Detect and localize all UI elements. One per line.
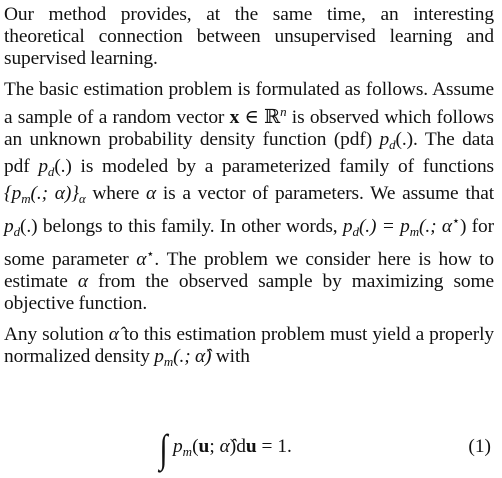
equation-body: ∫ pm(u; α̂)du = 1.	[158, 426, 292, 471]
math-subscript-m: m	[21, 191, 31, 206]
math-alpha: α	[77, 271, 88, 292]
paper-page: Our method provides, at the same time, a…	[0, 0, 502, 478]
math-close-d: )d	[229, 436, 246, 457]
equation-1: ∫ pm(u; α̂)du = 1. (1)	[0, 426, 502, 478]
math-args: (.)	[20, 216, 38, 237]
math-p: p	[4, 216, 14, 237]
math-family-args: (.; α)}	[30, 183, 79, 204]
math-in-reals: ∈ ℝ	[239, 107, 281, 128]
equation-number: (1)	[468, 436, 491, 457]
text-run: belongs to this family. In other words,	[37, 216, 338, 237]
math-vector-x: x	[229, 107, 240, 128]
math-args: (.)	[395, 129, 414, 150]
text-run: is a vector of parameters. We assume tha…	[156, 183, 495, 204]
math-args: (.; α	[419, 216, 452, 237]
paragraph-intro: Our method provides, at the same time, a…	[4, 4, 494, 69]
math-rhs: = 1.	[256, 436, 292, 457]
math-p: p	[342, 216, 353, 237]
paragraph-estimation-problem: The basic estimation problem is formulat…	[4, 79, 494, 315]
math-subscript-m: m	[409, 224, 419, 239]
math-star: ⋆	[451, 213, 460, 228]
text-run: is modeled by a parameterized family of …	[71, 156, 495, 177]
math-alpha-hat: α̂	[214, 436, 230, 457]
text-run: Any solution	[4, 324, 104, 345]
math-alpha: α	[136, 249, 147, 270]
math-alpha: α	[146, 183, 157, 204]
math-subscript-alpha: α	[78, 191, 86, 206]
math-args: (.)	[54, 156, 72, 177]
paragraph-normalization: Any solution α̂ to this estimation probl…	[4, 324, 494, 373]
text-run: with	[211, 346, 250, 367]
text-run: where	[85, 183, 140, 204]
math-vector-u: u	[245, 436, 257, 457]
math-equality: (.) = p	[358, 216, 410, 237]
integral-sign: ∫	[159, 426, 168, 471]
math-p: p	[154, 346, 164, 367]
math-p: p	[38, 156, 48, 177]
math-subscript-m: m	[163, 354, 174, 369]
math-family: {p	[4, 183, 22, 204]
math-p: p	[172, 436, 183, 457]
math-subscript-m: m	[182, 444, 193, 459]
math-p: p	[379, 129, 390, 150]
math-args: (.; α̂)	[173, 346, 212, 367]
math-vector-u: u	[198, 436, 210, 457]
math-alpha-hat: α̂	[108, 324, 119, 345]
